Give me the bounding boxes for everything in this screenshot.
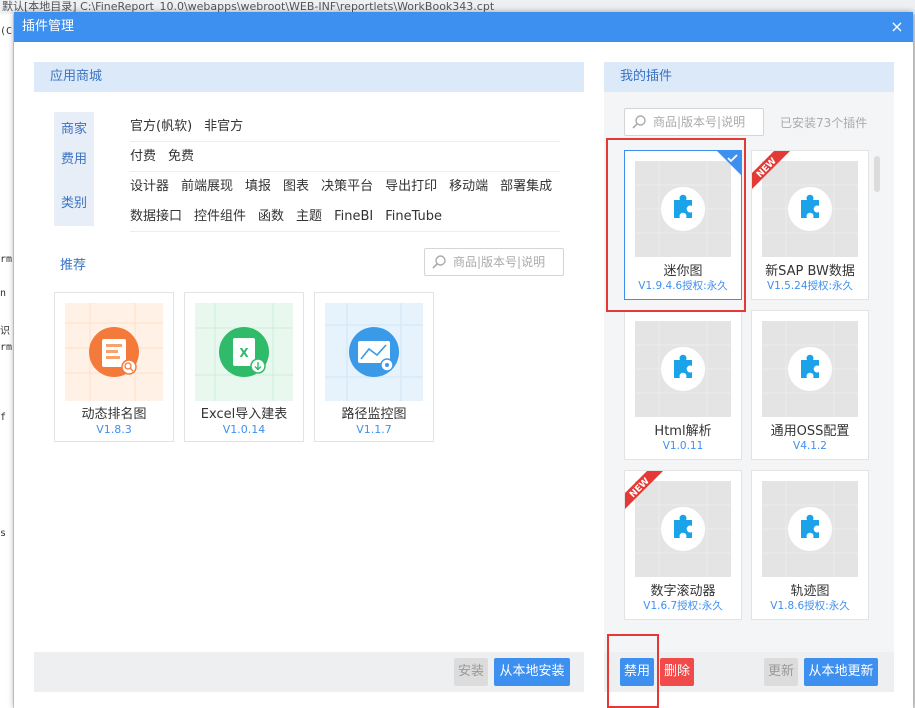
path-monitor-icon: [325, 303, 423, 401]
ranking-chart-icon: [65, 303, 163, 401]
app-store-header: 应用商城: [34, 62, 584, 92]
plugin-name: Html解析: [654, 424, 712, 439]
new-ribbon: NEW: [752, 151, 790, 189]
delete-button[interactable]: 删除: [660, 658, 694, 686]
filter-option[interactable]: 函数: [258, 209, 284, 224]
search-icon: [432, 255, 446, 269]
update-local-button[interactable]: 从本地更新: [804, 658, 878, 686]
highlight-box-disable-button: [607, 634, 659, 708]
install-button[interactable]: 安装: [454, 658, 488, 686]
search-icon: [632, 115, 646, 129]
filter-option[interactable]: 免费: [168, 149, 194, 164]
background-glyph: rm: [0, 342, 13, 353]
plugin-card[interactable]: NEW 数字滚动器 V1.6.7授权:永久: [624, 470, 742, 620]
filter-option[interactable]: 数据接口: [130, 209, 182, 224]
background-glyph: s: [0, 528, 7, 539]
background-glyph: n: [0, 288, 7, 299]
update-button[interactable]: 更新: [764, 658, 798, 686]
plugin-card[interactable]: 轨迹图 V1.8.6授权:永久: [751, 470, 869, 620]
store-card-version: V1.8.3: [96, 423, 132, 436]
filter-option[interactable]: 前端展现: [181, 179, 233, 194]
plugin-version: V4.1.2: [793, 440, 827, 452]
plugin-version: V1.6.7授权:永久: [643, 600, 723, 612]
new-ribbon: NEW: [625, 471, 663, 509]
store-card-version: V1.0.14: [222, 423, 266, 436]
background-glyph: 识: [0, 326, 10, 337]
filter-row-category-2: 数据接口 控件组件 函数 主题 FineBI FineTube: [130, 202, 560, 232]
filter-tab-category[interactable]: 类别: [54, 192, 94, 211]
filter-tab-vendor[interactable]: 商家: [54, 118, 94, 137]
my-plugins-header: 我的插件: [604, 62, 894, 92]
filter-option[interactable]: 图表: [283, 179, 309, 194]
app-store-panel: 应用商城 商家 费用 类别 官方(帆软) 非官方 付费 免费 设计器 前端展现 填报 图表…: [34, 62, 584, 692]
filter-tabs: 商家 费用 类别: [54, 112, 94, 226]
background-left-strip: (C rm n 识 rm f s: [0, 14, 14, 708]
filter-option[interactable]: 非官方: [204, 119, 243, 134]
plugin-name: 通用OSS配置: [770, 424, 850, 439]
store-card[interactable]: X Excel导入建表 V1.0.14: [184, 292, 304, 442]
plugin-version: V1.5.24授权:永久: [766, 280, 854, 292]
svg-text:X: X: [239, 346, 249, 360]
filter-option[interactable]: 导出打印: [385, 179, 437, 194]
plugin-list-scrollbar[interactable]: [874, 156, 880, 192]
store-search-box[interactable]: [424, 248, 564, 276]
plugin-card[interactable]: NEW 新SAP BW数据 V1.5.24授权:永久: [751, 150, 869, 300]
filter-option[interactable]: 官方(帆软): [130, 119, 192, 134]
background-glyph: rm: [0, 254, 13, 265]
plugin-version: V1.0.11: [662, 440, 704, 452]
store-card-name: 动态排名图: [81, 407, 147, 422]
puzzle-icon: [762, 321, 858, 417]
filter-row-cost: 付费 免费: [130, 142, 560, 172]
store-card[interactable]: 动态排名图 V1.8.3: [54, 292, 174, 442]
puzzle-icon: [762, 481, 858, 577]
filter-option[interactable]: 决策平台: [321, 179, 373, 194]
plugin-manager-dialog: 插件管理 × 应用商城 商家 费用 类别 官方(帆软) 非官方 付费 免费 设计器前…: [14, 12, 913, 708]
plugin-card[interactable]: 通用OSS配置 V4.1.2: [751, 310, 869, 460]
store-card[interactable]: 路径监控图 V1.1.7: [314, 292, 434, 442]
store-card-name: Excel导入建表: [200, 407, 288, 422]
puzzle-icon: [635, 321, 731, 417]
dialog-title-bar: 插件管理 ×: [14, 12, 913, 42]
install-local-button[interactable]: 从本地安装: [494, 658, 570, 686]
recommend-label: 推荐: [60, 258, 87, 273]
filter-option[interactable]: 移动端: [449, 179, 488, 194]
plugin-card[interactable]: Html解析 V1.0.11: [624, 310, 742, 460]
app-store-footer: 安装 从本地安装: [34, 652, 584, 692]
plugin-search-box[interactable]: [624, 108, 764, 136]
filter-option[interactable]: FineBI: [334, 209, 373, 224]
excel-import-icon: X: [195, 303, 293, 401]
filter-option[interactable]: 付费: [130, 149, 156, 164]
plugin-name: 数字滚动器: [650, 584, 716, 599]
store-card-version: V1.1.7: [356, 423, 392, 436]
dialog-title: 插件管理: [22, 19, 75, 34]
background-glyph: f: [0, 412, 7, 423]
installed-count: 已安装73个插件: [780, 116, 868, 130]
plugin-name: 新SAP BW数据: [765, 264, 855, 279]
plugin-search-input[interactable]: [653, 112, 759, 132]
store-card-name: 路径监控图: [341, 407, 407, 422]
background-glyph: (C: [0, 26, 13, 37]
close-button[interactable]: ×: [887, 12, 907, 42]
filter-option[interactable]: 设计器: [130, 179, 169, 194]
filter-option[interactable]: 主题: [296, 209, 322, 224]
store-search-input[interactable]: [453, 252, 559, 272]
plugin-version: V1.8.6授权:永久: [770, 600, 850, 612]
app-store-body: 商家 费用 类别 官方(帆软) 非官方 付费 免费 设计器 前端展现 填报 图表 决策平台导…: [34, 92, 584, 652]
highlight-box-selected-plugin: [606, 138, 746, 312]
filter-option[interactable]: FineTube: [385, 209, 442, 224]
filter-option[interactable]: 部署集成: [500, 179, 552, 194]
filter-row-category-1: 设计器 前端展现 填报 图表 决策平台 导出打印 移动端 部署集成: [130, 172, 560, 202]
filter-row-vendor: 官方(帆软) 非官方: [130, 112, 560, 142]
filter-option[interactable]: 控件组件: [194, 209, 246, 224]
plugin-name: 轨迹图: [790, 584, 830, 599]
filter-option[interactable]: 填报: [245, 179, 271, 194]
filter-tab-cost[interactable]: 费用: [54, 148, 94, 167]
